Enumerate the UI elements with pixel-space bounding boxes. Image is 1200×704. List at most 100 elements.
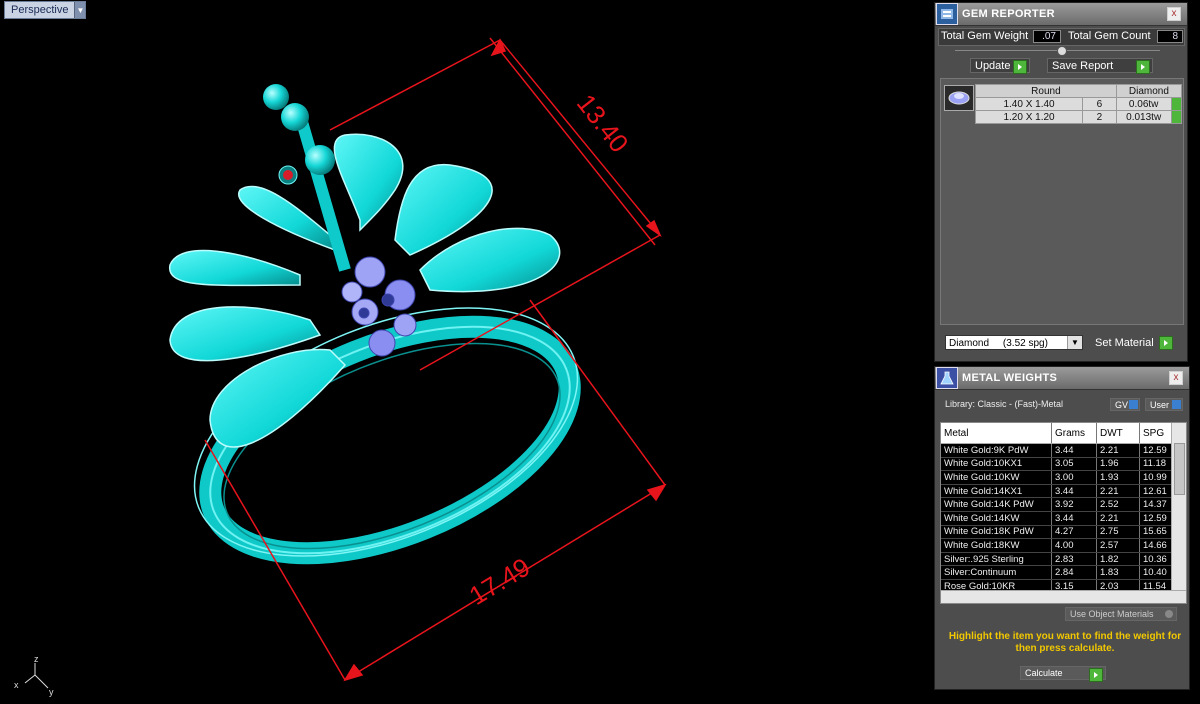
gem-row[interactable]: 1.40 X 1.40 6 0.06tw <box>974 97 1182 111</box>
gem-count: 6 <box>1082 97 1117 111</box>
set-material-label: Set Material <box>1095 336 1154 349</box>
play-icon <box>1089 668 1103 682</box>
viewport-label: Perspective <box>11 4 69 16</box>
metal-name: White Gold:14KW <box>941 511 1052 526</box>
gem-reporter-title: GEM REPORTER <box>962 8 1055 20</box>
metal-grams: 3.00 <box>1051 470 1097 485</box>
metal-name: Silver:.925 Sterling <box>941 552 1052 567</box>
table-row[interactable]: White Gold:18KW 4.00 2.57 14.66 <box>941 538 1186 553</box>
total-gem-weight-label: Total Gem Weight <box>941 30 1029 42</box>
table-row[interactable]: Silver:.925 Sterling 2.83 1.82 10.36 <box>941 552 1186 567</box>
gem-thumbnail-icon <box>944 85 974 111</box>
metal-dwt: 1.93 <box>1096 470 1140 485</box>
chevron-down-icon[interactable]: ▼ <box>74 2 86 18</box>
close-icon[interactable]: x <box>1169 371 1183 385</box>
calculate-label: Calculate <box>1025 668 1063 678</box>
metal-weights-titlebar[interactable]: METAL WEIGHTS x <box>935 367 1189 390</box>
metal-weights-panel: METAL WEIGHTS x Library: Classic - (Fast… <box>934 366 1190 690</box>
calculate-button[interactable]: Calculate <box>1020 666 1106 682</box>
use-object-materials-toggle[interactable]: Use Object Materials <box>1065 607 1177 621</box>
update-label: Update <box>975 59 1011 72</box>
user-toggle[interactable]: User <box>1145 398 1183 411</box>
save-report-button[interactable]: Save Report <box>1047 58 1153 74</box>
gem-reporter-icon <box>936 3 958 25</box>
axis-z-label: z <box>34 654 39 664</box>
perspective-viewport[interactable]: 13.40 17.49 z x y Perspective ▼ <box>0 0 930 704</box>
table-row[interactable]: White Gold:10KX1 3.05 1.96 11.18 <box>941 457 1186 472</box>
dimension-17-49: 17.49 <box>464 552 535 611</box>
user-label: User <box>1150 399 1170 410</box>
metal-table-header: Metal Grams DWT SPG <box>941 423 1186 444</box>
table-row[interactable]: White Gold:14KW 3.44 2.21 12.59 <box>941 511 1186 526</box>
axis-x-label: x <box>14 680 19 690</box>
material-select-value: Diamond (3.52 spg) <box>949 338 1048 349</box>
table-row[interactable]: Silver:Continuum 2.84 1.83 10.40 <box>941 565 1186 580</box>
splitter-handle-icon[interactable] <box>1057 46 1067 56</box>
metal-dwt: 2.52 <box>1096 497 1140 512</box>
metal-dwt: 2.57 <box>1096 538 1140 553</box>
metal-grams: 4.27 <box>1051 525 1097 540</box>
metal-grams: 3.05 <box>1051 457 1097 472</box>
info-icon <box>1172 400 1181 409</box>
metal-dwt: 2.21 <box>1096 443 1140 458</box>
gem-table-area: Round Diamond 1.40 X 1.40 6 0.06tw 1.20 … <box>940 78 1184 325</box>
vertical-scrollbar[interactable] <box>1171 423 1186 603</box>
flower-stamen <box>263 84 351 272</box>
col-metal[interactable]: Metal <box>941 423 1052 444</box>
table-row[interactable]: White Gold:14KX1 3.44 2.21 12.61 <box>941 484 1186 499</box>
gem-size: 1.20 X 1.20 <box>974 110 1084 124</box>
flask-icon <box>936 367 958 389</box>
gem-row-select-button[interactable] <box>1170 110 1182 124</box>
metal-weights-table[interactable]: Metal Grams DWT SPG White Gold:9K PdW 3.4… <box>940 422 1187 604</box>
metal-grams: 3.44 <box>1051 511 1097 526</box>
metal-dwt: 1.82 <box>1096 552 1140 567</box>
metal-name: White Gold:18K PdW <box>941 525 1052 540</box>
gem-count: 2 <box>1082 110 1117 124</box>
table-row[interactable]: White Gold:18K PdW 4.27 2.75 15.65 <box>941 525 1186 540</box>
horizontal-scrollbar[interactable] <box>941 590 1186 603</box>
gem-table: Round Diamond 1.40 X 1.40 6 0.06tw 1.20 … <box>974 84 1183 124</box>
col-dwt[interactable]: DWT <box>1096 423 1140 444</box>
flower-petals <box>169 133 561 448</box>
metal-grams: 4.00 <box>1051 538 1097 553</box>
update-button[interactable]: Update <box>970 58 1030 74</box>
viewport-label-dropdown[interactable]: Perspective ▼ <box>4 1 87 19</box>
set-material-button[interactable]: Set Material <box>1091 335 1175 350</box>
metal-dwt: 2.21 <box>1096 511 1140 526</box>
gem-row[interactable]: 1.20 X 1.20 2 0.013tw <box>974 110 1182 124</box>
play-icon <box>1136 60 1150 74</box>
metal-dwt: 1.83 <box>1096 565 1140 580</box>
metal-dwt: 2.75 <box>1096 525 1140 540</box>
use-object-materials-label: Use Object Materials <box>1070 609 1154 619</box>
gem-table-header: Round Diamond <box>975 84 1183 98</box>
gv-label: GV <box>1115 399 1129 410</box>
axis-gizmo: z x y <box>14 654 54 697</box>
gem-reporter-panel: GEM REPORTER x Total Gem Weight .07 Tota… <box>934 2 1188 362</box>
gem-weight: 0.06tw <box>1115 97 1172 111</box>
play-icon <box>1159 336 1173 350</box>
close-icon[interactable]: x <box>1167 7 1181 21</box>
axis-y-label: y <box>49 687 54 697</box>
gem-row-select-button[interactable] <box>1170 97 1182 111</box>
col-grams[interactable]: Grams <box>1051 423 1097 444</box>
library-label: Library: Classic - (Fast)-Metal <box>945 399 1064 409</box>
metal-name: White Gold:10KX1 <box>941 457 1052 472</box>
gv-toggle[interactable]: GV <box>1110 398 1140 411</box>
metal-grams: 2.83 <box>1051 552 1097 567</box>
gem-weight: 0.013tw <box>1115 110 1172 124</box>
save-report-label: Save Report <box>1052 59 1114 72</box>
scrollbar-thumb[interactable] <box>1174 443 1185 495</box>
gem-shape-header: Round <box>975 84 1117 98</box>
table-row[interactable]: White Gold:9K PdW 3.44 2.21 12.59 <box>941 443 1186 458</box>
table-row[interactable]: White Gold:14K PdW 3.92 2.52 14.37 <box>941 497 1186 512</box>
table-row[interactable]: White Gold:10KW 3.00 1.93 10.99 <box>941 470 1186 485</box>
ring-model-scene[interactable]: 13.40 17.49 z x y <box>0 0 930 704</box>
gem-type-header: Diamond <box>1115 84 1183 98</box>
gem-reporter-titlebar[interactable]: GEM REPORTER x <box>935 3 1187 26</box>
chevron-down-icon[interactable]: ▼ <box>1067 336 1082 349</box>
metal-weights-title: METAL WEIGHTS <box>962 372 1058 384</box>
metal-name: White Gold:9K PdW <box>941 443 1052 458</box>
material-select[interactable]: Diamond (3.52 spg) ▼ <box>945 335 1083 350</box>
metal-grams: 3.44 <box>1051 484 1097 499</box>
total-gem-weight-value: .07 <box>1033 30 1061 43</box>
